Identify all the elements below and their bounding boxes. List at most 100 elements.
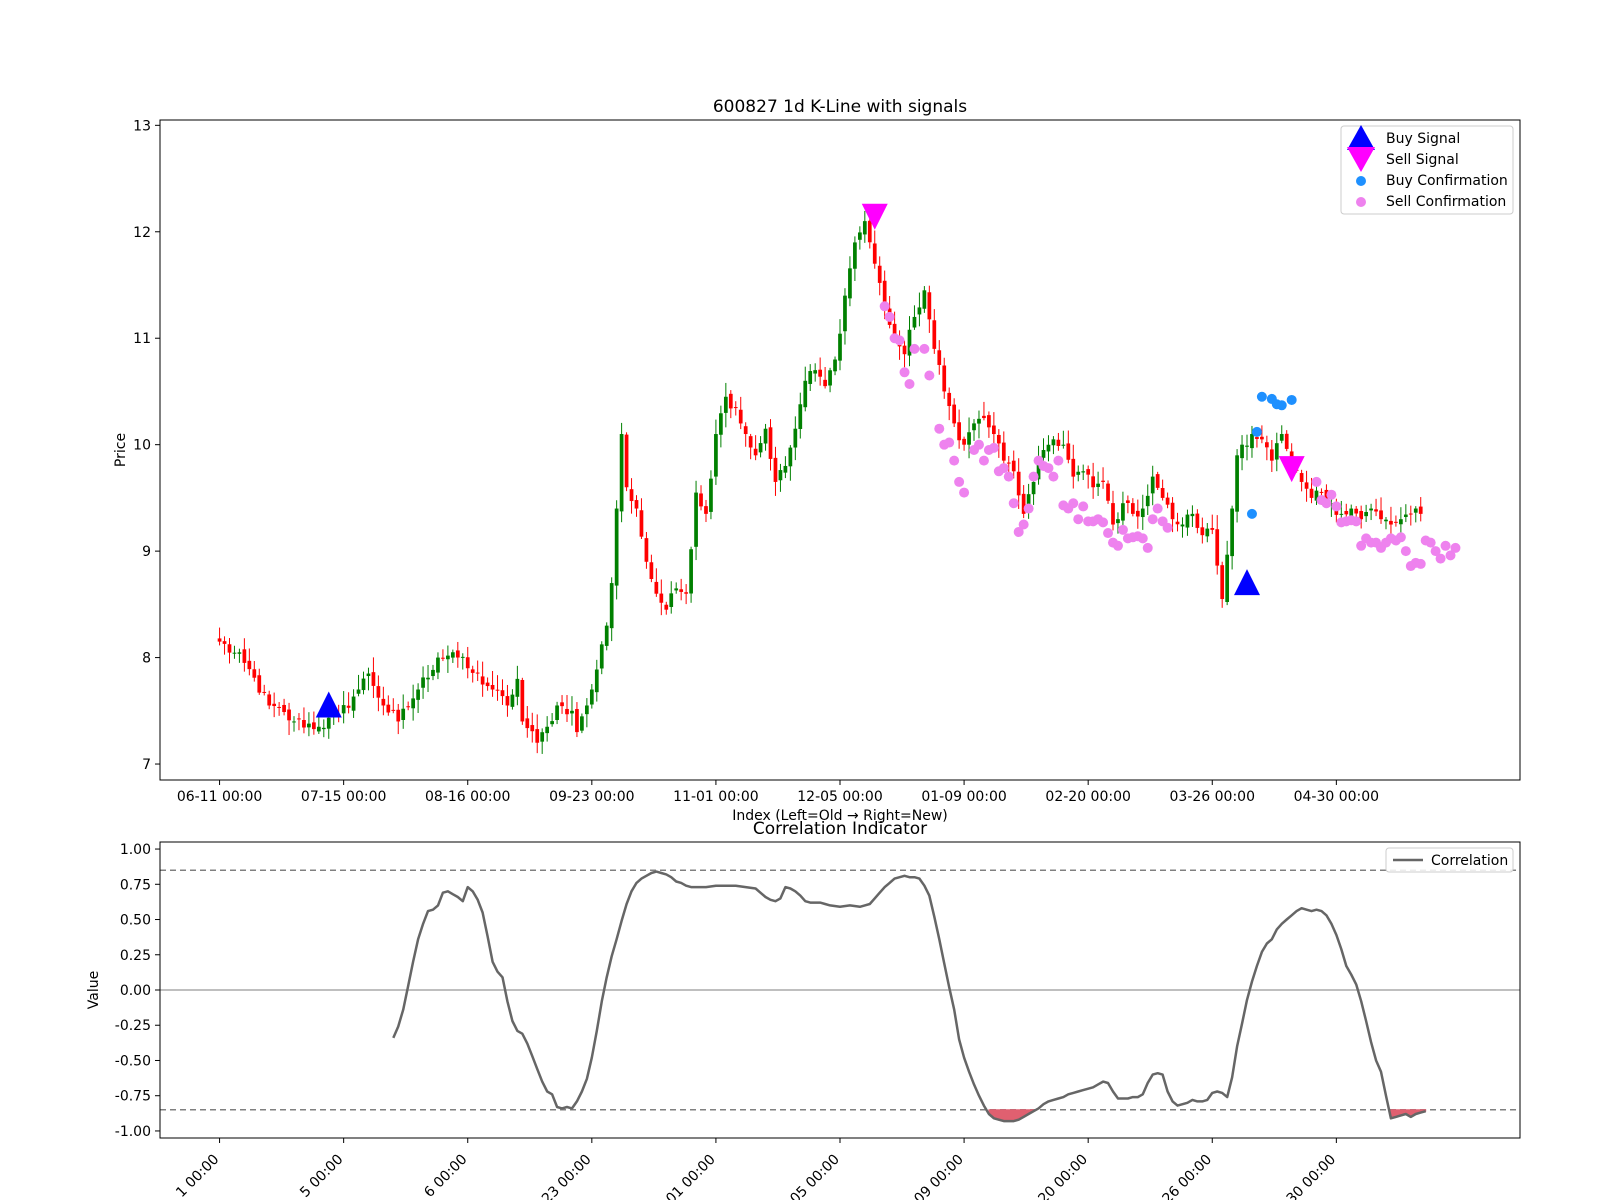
sell-confirmation-dot — [1018, 519, 1029, 530]
candle — [446, 645, 450, 673]
candle-body — [1389, 520, 1393, 525]
candle-body — [783, 465, 788, 473]
candle — [848, 256, 852, 307]
sell-signal-markers — [861, 203, 1305, 483]
candle-body — [1384, 519, 1388, 522]
sell-confirmation-dot — [1400, 546, 1411, 557]
candle-body — [307, 723, 311, 728]
candle-body — [361, 678, 366, 691]
candle-body — [515, 678, 520, 697]
candle — [406, 701, 411, 711]
candle — [520, 677, 525, 725]
candle-body — [272, 703, 277, 707]
sell-confirmation-dot — [934, 423, 945, 434]
sell-confirmation-dot — [1117, 524, 1128, 535]
candle — [907, 316, 912, 367]
candle — [1081, 464, 1086, 480]
sell-confirmation-dot — [1450, 542, 1461, 553]
candle — [972, 419, 976, 441]
candle — [272, 692, 277, 718]
candle-body — [1006, 462, 1011, 464]
candle — [694, 480, 698, 561]
candle — [1205, 522, 1210, 543]
sell-confirmation-dot — [1435, 553, 1446, 564]
candle — [654, 568, 659, 597]
candle-body — [947, 392, 952, 407]
candle-body — [753, 448, 758, 456]
candle-body — [714, 434, 718, 477]
candle — [1071, 444, 1076, 489]
y-tick-label: 0.50 — [120, 913, 151, 929]
candle-body — [768, 427, 773, 459]
candle-body — [1140, 508, 1145, 518]
candle — [237, 648, 242, 663]
candle — [426, 665, 430, 693]
candle — [560, 695, 564, 714]
candle-body — [1200, 527, 1205, 536]
candle — [704, 499, 708, 523]
candle — [222, 636, 227, 655]
candle-body — [634, 500, 639, 509]
candle-body — [853, 242, 857, 269]
candle-body — [982, 415, 986, 419]
candle-body — [624, 434, 629, 488]
candle — [1225, 540, 1230, 606]
candle — [957, 409, 961, 449]
candle — [490, 670, 495, 697]
candle — [1111, 490, 1115, 531]
candle-body — [550, 721, 554, 725]
candle-body — [1399, 519, 1403, 525]
candle-body — [843, 295, 847, 332]
x-tick-label: 06-11 00:00 — [177, 789, 262, 805]
candle-body — [803, 380, 808, 408]
candle-body — [222, 641, 227, 644]
candle-body — [277, 706, 281, 708]
candle-body — [1116, 519, 1120, 524]
candle-body — [902, 345, 907, 355]
buy-confirmation-dot — [1251, 426, 1262, 437]
candle-body — [237, 652, 242, 654]
sell-confirmation-dot — [894, 335, 905, 346]
candle — [808, 364, 813, 392]
sell-confirmation-dot — [1028, 471, 1039, 482]
candle — [302, 707, 306, 734]
candle — [758, 436, 763, 458]
candle — [575, 702, 579, 738]
candle — [773, 446, 778, 496]
candle-body — [808, 371, 813, 384]
candle-body — [1170, 502, 1175, 520]
candle — [1031, 478, 1036, 505]
y-axis: 7 8 9 10 11 12 13 — [133, 118, 160, 773]
candle — [838, 319, 842, 371]
candle — [679, 578, 684, 601]
candle — [1066, 430, 1071, 464]
x-tick-label: 30 00:00 — [1284, 1152, 1340, 1200]
candle-body — [723, 396, 728, 413]
candle-body — [426, 677, 430, 680]
candle-body — [1016, 471, 1021, 496]
candle — [1165, 492, 1170, 509]
candle — [351, 689, 356, 718]
candle — [1140, 494, 1145, 530]
sell-confirmation-dot — [973, 439, 984, 450]
candle — [932, 309, 937, 354]
candle-body — [639, 510, 644, 537]
candle — [1245, 434, 1249, 461]
candle-body — [644, 538, 649, 562]
y-tick-label: -1.00 — [115, 1124, 151, 1140]
candle-body — [450, 652, 455, 658]
candle-body — [575, 709, 579, 733]
candle — [267, 690, 272, 710]
candle-body — [1413, 508, 1418, 513]
sell-confirmation-dot — [909, 343, 920, 354]
candle — [381, 686, 386, 716]
candle-body — [798, 404, 803, 429]
candle-body — [386, 704, 391, 713]
candle — [659, 579, 664, 616]
candle — [709, 470, 713, 520]
candle — [987, 411, 991, 438]
candle-body — [1230, 508, 1234, 557]
candle-body — [1374, 509, 1378, 512]
candle — [753, 435, 758, 461]
legend-label: Sell Signal — [1386, 152, 1459, 168]
